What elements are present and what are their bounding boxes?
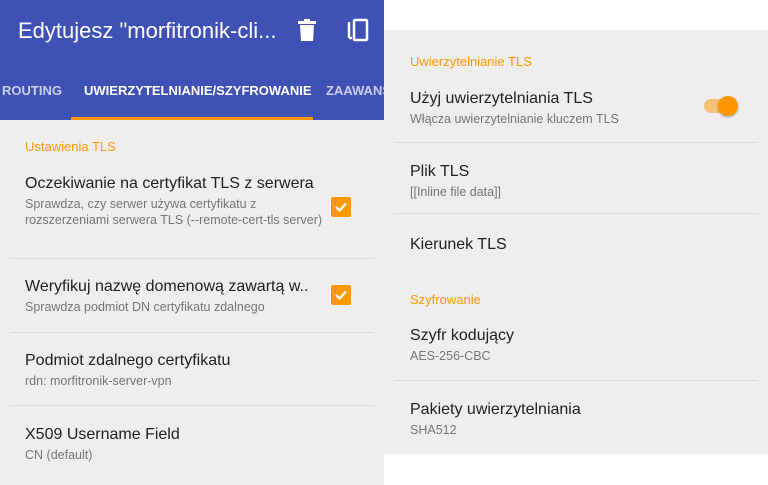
checkbox-wait-for-tls-cert[interactable] — [331, 197, 351, 217]
pref-verify-domain[interactable]: Weryfikuj nazwę domenową zawartą w.. Spr… — [25, 278, 320, 315]
pref-remote-cert-subject[interactable]: Podmiot zdalnego certyfikatu rdn: morfit… — [25, 352, 365, 389]
section-header-encryption: Szyfrowanie — [410, 292, 481, 307]
check-icon — [335, 202, 347, 213]
tab-authentication-encryption[interactable]: UWIERZYTELNIANIE/SZYFROWANIE — [84, 72, 312, 120]
app-bar: Edytujesz "morfitronik-cli... ROUTING UW… — [0, 0, 384, 120]
divider — [10, 332, 374, 333]
pref-title: Użyj uwierzytelniania TLS — [410, 90, 593, 107]
tab-advanced[interactable]: ZAAWANS — [326, 72, 384, 120]
pref-title: Kierunek TLS — [410, 236, 507, 253]
section-header-tls-settings: Ustawienia TLS — [25, 139, 116, 154]
pref-cipher[interactable]: Szyfr kodujący AES-256-CBC — [410, 327, 740, 364]
delete-icon[interactable] — [293, 16, 321, 44]
pref-subtitle: Sprawdza podmiot DN certyfikatu zdalnego — [25, 300, 265, 314]
tab-routing[interactable]: ROUTING — [2, 72, 62, 120]
screen: Edytujesz "morfitronik-cli... ROUTING UW… — [0, 0, 768, 485]
pref-tls-file[interactable]: Plik TLS [[Inline file data]] — [410, 163, 740, 200]
copy-icon[interactable] — [344, 16, 372, 44]
toggle-thumb — [718, 96, 738, 116]
divider — [394, 380, 758, 381]
pref-subtitle: CN (default) — [25, 448, 93, 462]
right-screen: Uwierzytelnianie TLS Użyj uwierzytelnian… — [384, 30, 768, 454]
pref-wait-for-tls-cert[interactable]: Oczekiwanie na certyfikat TLS z serwera … — [25, 175, 325, 228]
checkbox-verify-domain[interactable] — [331, 285, 351, 305]
pref-title: X509 Username Field — [25, 426, 180, 443]
pref-subtitle: Włącza uwierzytelnianie kluczem TLS — [410, 112, 619, 126]
app-bar-title: Edytujesz "morfitronik-cli... — [18, 18, 277, 43]
tab-bar: ROUTING UWIERZYTELNIANIE/SZYFROWANIE ZAA… — [0, 72, 384, 120]
pref-title: Pakiety uwierzytelniania — [410, 401, 581, 418]
pref-tls-direction[interactable]: Kierunek TLS — [410, 236, 740, 254]
toggle-use-tls-auth[interactable] — [700, 94, 740, 118]
pref-auth-digest[interactable]: Pakiety uwierzytelniania SHA512 — [410, 401, 740, 438]
pref-subtitle: AES-256-CBC — [410, 349, 491, 363]
pref-x509-username-field[interactable]: X509 Username Field CN (default) — [25, 426, 365, 463]
left-screen: Edytujesz "morfitronik-cli... ROUTING UW… — [0, 0, 384, 485]
divider — [10, 405, 374, 406]
pref-title: Weryfikuj nazwę domenową zawartą w.. — [25, 278, 309, 295]
pref-use-tls-auth[interactable]: Użyj uwierzytelniania TLS Włącza uwierzy… — [410, 90, 700, 127]
divider — [394, 213, 758, 214]
pref-title: Oczekiwanie na certyfikat TLS z serwera — [25, 175, 314, 192]
pref-subtitle: rdn: morfitronik-server-vpn — [25, 374, 172, 388]
divider — [10, 258, 374, 259]
check-icon — [335, 290, 347, 301]
pref-subtitle: Sprawdza, czy serwer używa certyfikatu z… — [25, 197, 323, 227]
section-header-tls-auth: Uwierzytelnianie TLS — [410, 54, 532, 69]
pref-title: Szyfr kodujący — [410, 327, 515, 344]
pref-subtitle: [[Inline file data]] — [410, 185, 502, 199]
active-tab-indicator — [71, 117, 313, 120]
pref-subtitle: SHA512 — [410, 423, 457, 437]
divider — [394, 142, 758, 143]
pref-title: Plik TLS — [410, 163, 470, 180]
pref-title: Podmiot zdalnego certyfikatu — [25, 352, 231, 369]
